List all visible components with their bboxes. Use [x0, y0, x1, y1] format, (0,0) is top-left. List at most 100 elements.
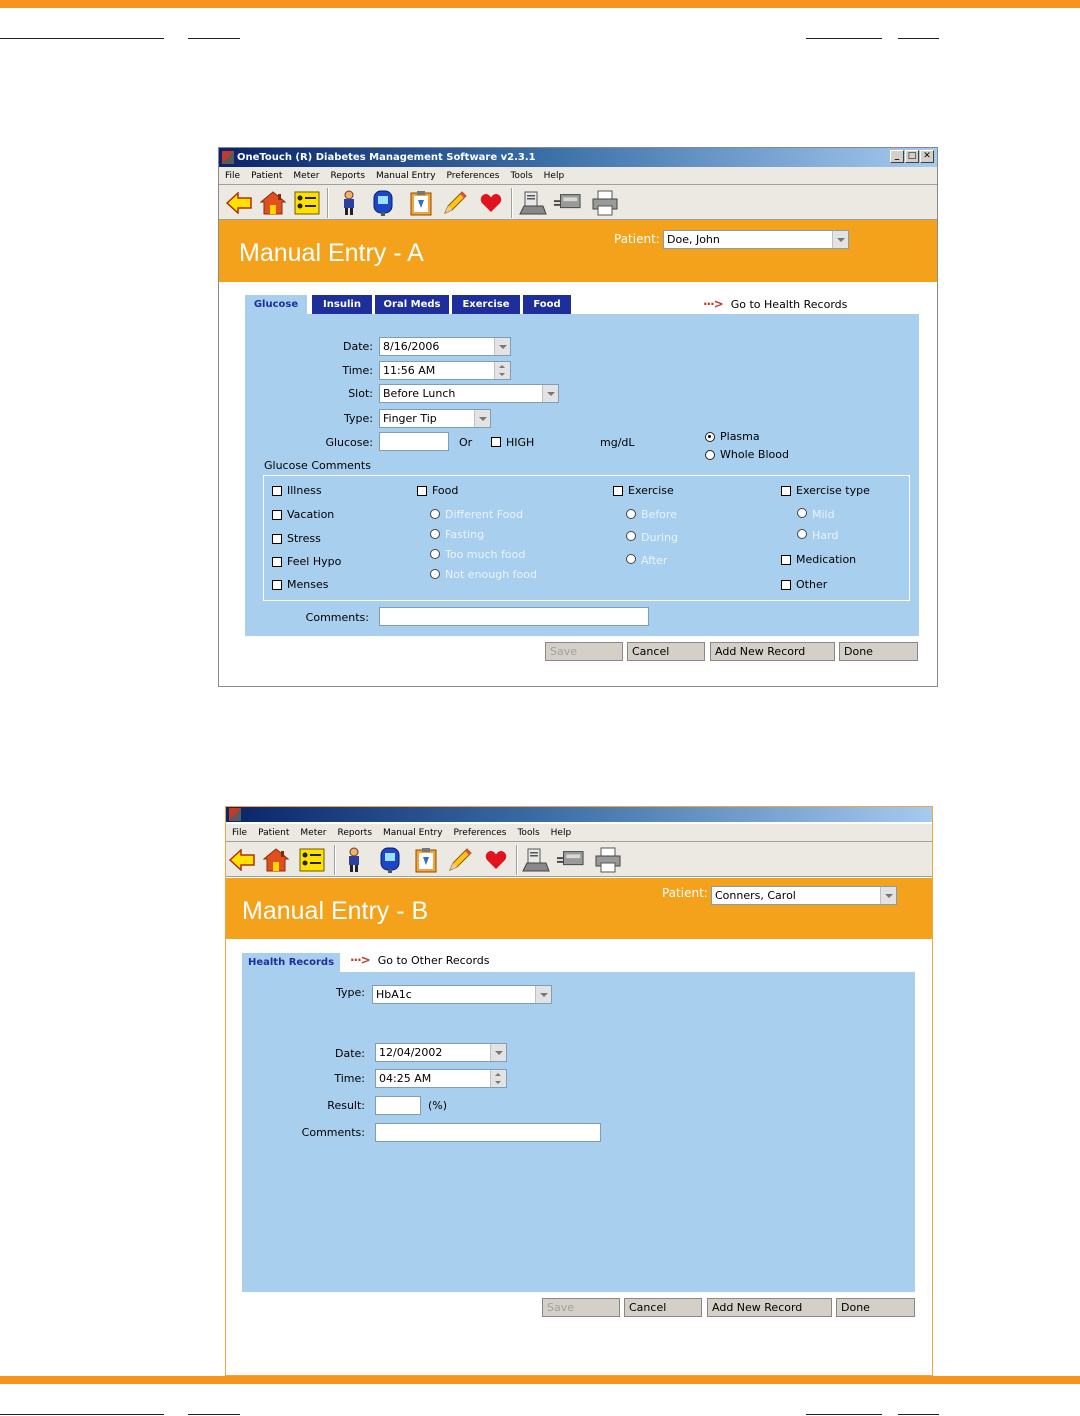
clipboard-icon[interactable]	[412, 846, 440, 874]
maximize-button[interactable]: □	[905, 150, 919, 163]
not-enough-food-radio[interactable]	[430, 569, 440, 579]
whole-blood-radio[interactable]	[705, 450, 715, 460]
date-input[interactable]: 12/04/2002	[375, 1043, 507, 1062]
glucose-input[interactable]	[379, 432, 449, 451]
dropdown-arrow-icon[interactable]	[880, 887, 896, 904]
goto-other-records-link[interactable]: ···> Go to Other Records	[350, 953, 490, 967]
home-icon[interactable]	[259, 189, 287, 217]
calendar-dropdown-icon[interactable]	[494, 338, 510, 355]
close-button[interactable]: ✕	[920, 150, 934, 163]
comments-input[interactable]	[375, 1123, 601, 1142]
menu-manual-entry[interactable]: Manual Entry	[383, 828, 443, 838]
different-food-radio[interactable]	[430, 509, 440, 519]
stress-checkbox[interactable]	[272, 534, 282, 544]
tab-glucose[interactable]: Glucose	[245, 295, 307, 314]
other-checkbox[interactable]	[781, 580, 791, 590]
menu-manual-entry[interactable]: Manual Entry	[376, 171, 436, 181]
time-input[interactable]: 04:25 AM	[375, 1069, 507, 1088]
menu-preferences[interactable]: Preferences	[447, 171, 500, 181]
clipboard-icon[interactable]	[407, 189, 435, 217]
printer-icon[interactable]	[594, 846, 622, 874]
printer-icon[interactable]	[591, 189, 619, 217]
download-meter-icon[interactable]	[519, 189, 547, 217]
tab-exercise[interactable]: Exercise	[452, 295, 520, 314]
pencil-icon[interactable]	[441, 189, 469, 217]
logbook-list-icon[interactable]	[298, 846, 326, 874]
dropdown-arrow-icon[interactable]	[474, 410, 490, 427]
menu-preferences[interactable]: Preferences	[454, 828, 507, 838]
tab-health-records[interactable]: Health Records	[242, 953, 340, 972]
back-arrow-icon[interactable]	[228, 846, 256, 874]
menu-meter[interactable]: Meter	[293, 171, 319, 181]
add-new-record-button[interactable]: Add New Record	[707, 1298, 832, 1317]
save-button[interactable]: Save	[542, 1298, 620, 1317]
menu-reports[interactable]: Reports	[330, 171, 365, 181]
hard-radio[interactable]	[797, 529, 807, 539]
meter-icon[interactable]	[369, 189, 397, 217]
spinner-arrows-icon[interactable]	[494, 362, 510, 379]
patient-person-icon[interactable]	[335, 189, 363, 217]
food-checkbox[interactable]	[417, 486, 427, 496]
slot-select[interactable]: Before Lunch	[379, 384, 559, 403]
time-input[interactable]: 11:56 AM	[379, 361, 511, 380]
dropdown-arrow-icon[interactable]	[535, 986, 551, 1003]
cancel-button[interactable]: Cancel	[627, 642, 705, 661]
mild-radio[interactable]	[797, 508, 807, 518]
menu-file[interactable]: File	[232, 828, 247, 838]
tab-oral-meds[interactable]: Oral Meds	[375, 295, 449, 314]
tab-insulin[interactable]: Insulin	[312, 295, 372, 314]
meter-icon[interactable]	[376, 846, 404, 874]
dropdown-arrow-icon[interactable]	[832, 231, 848, 248]
calendar-dropdown-icon[interactable]	[490, 1044, 506, 1061]
exercise-type-checkbox[interactable]	[781, 486, 791, 496]
too-much-food-radio[interactable]	[430, 549, 440, 559]
menu-file[interactable]: File	[225, 171, 240, 181]
menses-checkbox[interactable]	[272, 580, 282, 590]
done-button[interactable]: Done	[839, 642, 918, 661]
tab-food[interactable]: Food	[523, 295, 571, 314]
illness-checkbox[interactable]	[272, 486, 282, 496]
spinner-arrows-icon[interactable]	[490, 1070, 506, 1087]
after-radio[interactable]	[626, 554, 636, 564]
menu-tools[interactable]: Tools	[517, 828, 539, 838]
heart-icon[interactable]	[482, 846, 510, 874]
transfer-cable-icon[interactable]	[553, 189, 581, 217]
date-dropdown[interactable]	[493, 337, 511, 356]
save-button[interactable]: Save	[545, 642, 623, 661]
done-button[interactable]: Done	[836, 1298, 915, 1317]
goto-health-records-link[interactable]: ···> Go to Health Records	[703, 297, 847, 311]
menu-tools[interactable]: Tools	[510, 171, 532, 181]
feel-hypo-checkbox[interactable]	[272, 557, 282, 567]
menu-patient[interactable]: Patient	[251, 171, 282, 181]
cancel-button[interactable]: Cancel	[624, 1298, 702, 1317]
pencil-icon[interactable]	[446, 846, 474, 874]
plasma-radio[interactable]	[705, 432, 715, 442]
exercise-checkbox[interactable]	[613, 486, 623, 496]
menu-reports[interactable]: Reports	[337, 828, 372, 838]
during-radio[interactable]	[626, 531, 636, 541]
title-bar[interactable]	[226, 807, 932, 822]
patient-select[interactable]: Conners, Carol	[711, 886, 897, 905]
patient-person-icon[interactable]	[340, 846, 368, 874]
menu-meter[interactable]: Meter	[300, 828, 326, 838]
home-icon[interactable]	[262, 846, 290, 874]
heart-icon[interactable]	[477, 189, 505, 217]
logbook-list-icon[interactable]	[293, 189, 321, 217]
fasting-radio[interactable]	[430, 529, 440, 539]
high-checkbox[interactable]	[491, 437, 501, 447]
vacation-checkbox[interactable]	[272, 510, 282, 520]
minimize-button[interactable]: _	[890, 150, 904, 163]
transfer-cable-icon[interactable]	[556, 846, 584, 874]
result-input[interactable]	[375, 1096, 421, 1115]
medication-checkbox[interactable]	[781, 555, 791, 565]
menu-help[interactable]: Help	[544, 171, 565, 181]
menu-patient[interactable]: Patient	[258, 828, 289, 838]
back-arrow-icon[interactable]	[225, 189, 253, 217]
menu-help[interactable]: Help	[551, 828, 572, 838]
dropdown-arrow-icon[interactable]	[542, 385, 558, 402]
download-meter-icon[interactable]	[522, 846, 550, 874]
title-bar[interactable]: OneTouch (R) Diabetes Management Softwar…	[219, 148, 937, 167]
date-input[interactable]: 8/16/2006	[379, 337, 511, 356]
type-select[interactable]: HbA1c	[372, 985, 552, 1004]
type-select[interactable]: Finger Tip	[379, 409, 491, 428]
